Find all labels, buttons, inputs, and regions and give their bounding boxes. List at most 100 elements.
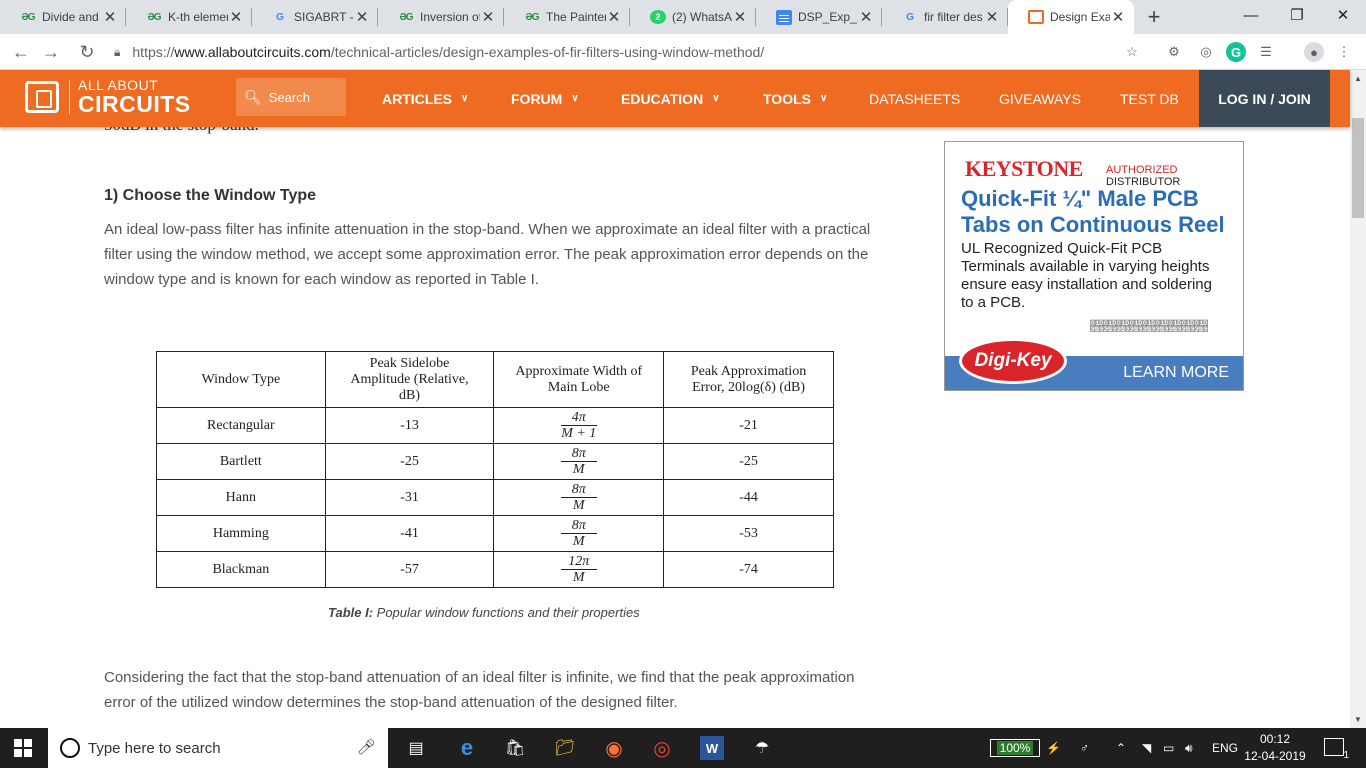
forward-icon[interactable]: → <box>36 37 66 67</box>
advertisement[interactable]: KEYSTONE AUTHORIZED DISTRIBUTOR Quick-Fi… <box>944 141 1244 391</box>
back-icon[interactable]: ← <box>6 37 36 67</box>
browser-tab[interactable]: ƏG The Painter ✕ <box>504 0 630 34</box>
new-tab-button[interactable]: + <box>1134 0 1174 34</box>
nav-item[interactable]: ARTICLES ∨ <box>382 70 468 127</box>
login-button[interactable]: LOG IN / JOIN <box>1199 70 1330 127</box>
extension-icon[interactable]: ☰ <box>1256 42 1276 62</box>
tab-close-icon[interactable]: ✕ <box>1110 8 1126 26</box>
browser-tab[interactable]: G SIGABRT - C✕ <box>252 0 378 34</box>
tab-close-icon[interactable]: ✕ <box>732 8 748 26</box>
address-bar[interactable]: 🔒︎ https://www.allaboutcircuits.com/tech… <box>108 38 1148 66</box>
task-view-icon[interactable]: ▤ <box>404 736 428 760</box>
browser-tab[interactable]: Gfir filter des ✕ <box>882 0 1008 34</box>
menu-icon[interactable]: ⋮ <box>1334 42 1354 62</box>
tab-title: (2) WhatsAp <box>672 10 732 24</box>
extension-icon[interactable]: ◎ <box>1196 42 1216 62</box>
scroll-down-icon[interactable]: ▼ <box>1354 715 1362 724</box>
store-icon[interactable]: 🛍︎ <box>503 736 527 760</box>
browser-toolbar: ← → ↻ 🔒︎ https://www.allaboutcircuits.co… <box>0 34 1366 70</box>
scroll-thumb[interactable] <box>1352 118 1364 218</box>
ad-body: UL Recognized Quick-Fit PCB Terminals av… <box>961 240 1212 311</box>
paragraph: An ideal low-pass filter has infinite at… <box>104 221 871 288</box>
chevron-down-icon: ∨ <box>819 93 828 104</box>
geeksforgeeks-icon: ƏG <box>147 11 161 23</box>
tab-title: SIGABRT - C <box>294 10 354 24</box>
browser-tab[interactable]: ƏG Divide and ✕ <box>0 0 126 34</box>
geeksforgeeks-icon: ƏG <box>399 11 413 23</box>
tab-close-icon[interactable]: ✕ <box>480 8 496 26</box>
notification-center-icon[interactable]: 1 <box>1324 738 1349 761</box>
nav-item[interactable]: EDUCATION ∨ <box>621 70 720 127</box>
geeksforgeeks-icon: ƏG <box>525 11 539 23</box>
tab-close-icon[interactable]: ✕ <box>606 8 622 26</box>
browser-tab[interactable]: ƏG K-th elemen ✕ <box>126 0 252 34</box>
windows-taskbar: Type here to search 🎤︎ ▤ e 🛍︎ 📁︎ ◉ ◎ W ☂… <box>0 728 1366 768</box>
google-icon: G <box>276 11 284 23</box>
restore-icon[interactable]: ❐ <box>1274 0 1320 30</box>
microphone-icon[interactable]: 🎤︎ <box>357 738 376 756</box>
fraction: 8π M <box>560 518 597 549</box>
page-scrollbar[interactable]: ▲ ▼ <box>1350 70 1366 728</box>
bookmark-star-icon[interactable]: ☆ <box>1122 42 1142 62</box>
language-indicator[interactable]: ENG <box>1212 728 1238 768</box>
nav-item-label: ARTICLES <box>382 90 452 107</box>
extension-icon[interactable]: ⚙ <box>1164 42 1184 62</box>
nav-item-label: TOOLS <box>763 90 811 107</box>
nav-item-label: FORUM <box>511 90 563 107</box>
ad-distributor: AUTHORIZED DISTRIBUTOR <box>1106 164 1181 188</box>
tab-title: Inversion of <box>420 10 480 24</box>
cell-sidelobe: -25 <box>324 443 495 480</box>
taskbar-search[interactable]: Type here to search 🎤︎ <box>48 728 388 768</box>
cell-main-lobe: 8π M <box>493 479 665 516</box>
wifi-icon[interactable]: ◥ <box>1142 728 1151 768</box>
paragraph: Considering the fact that the stop-band … <box>104 669 855 711</box>
site-header: ALL ABOUT CIRCUITS 🔍︎ Search ARTICLES ∨ FO… <box>0 70 1350 127</box>
nav-item[interactable]: DATASHEETS <box>869 70 960 127</box>
tab-title: K-th elemen <box>168 10 228 24</box>
battery-icon[interactable]: ▭ <box>1163 728 1174 768</box>
app-icon[interactable]: ☂ <box>750 736 774 760</box>
tray-chevron-icon[interactable]: ⌃ <box>1116 728 1126 768</box>
col-header: Peak Approximation Error, 20log(δ) (dB) <box>663 351 834 408</box>
profile-icon[interactable]: ● <box>1304 42 1324 62</box>
tab-close-icon[interactable]: ✕ <box>354 8 370 26</box>
cortana-icon <box>60 738 80 758</box>
battery-indicator[interactable]: 100% <box>990 739 1040 757</box>
windows-start-icon[interactable] <box>14 739 32 757</box>
tab-close-icon[interactable]: ✕ <box>858 8 874 26</box>
firefox-icon[interactable]: ◉ <box>602 736 626 760</box>
people-icon[interactable]: ♂ <box>1080 728 1089 768</box>
volume-icon[interactable]: 🔊︎ <box>1185 728 1193 768</box>
nav-item[interactable]: GIVEAWAYS <box>999 70 1081 127</box>
whatsapp-icon: 2 <box>650 10 666 24</box>
tab-close-icon[interactable]: ✕ <box>984 8 1000 26</box>
nav-item[interactable]: FORUM ∨ <box>511 70 579 127</box>
chrome-icon[interactable]: ◎ <box>650 736 674 760</box>
file-explorer-icon[interactable]: 📁︎ <box>553 736 577 760</box>
col-header: Peak Sidelobe Amplitude (Relative, dB) <box>324 351 495 408</box>
nav-item[interactable]: TOOLS ∨ <box>763 70 827 127</box>
grammarly-icon[interactable]: G <box>1226 42 1246 62</box>
site-search[interactable]: 🔍︎ Search <box>236 78 346 116</box>
search-icon: 🔍︎ <box>244 88 262 105</box>
browser-tab[interactable]: 2 (2) WhatsAp✕ <box>630 0 756 34</box>
browser-tab[interactable]: DSP_Exp_13✕ <box>756 0 882 34</box>
clock[interactable]: 00:12 12-04-2019 <box>1240 731 1310 765</box>
word-icon[interactable]: W <box>700 736 724 760</box>
reload-icon[interactable]: ↻ <box>72 37 102 67</box>
minimize-icon[interactable]: — <box>1228 0 1274 30</box>
tab-close-icon[interactable]: ✕ <box>228 8 244 26</box>
cell-window-type: Blackman <box>156 551 326 588</box>
nav-item[interactable]: TEST DB <box>1120 70 1179 127</box>
close-window-icon[interactable]: ✕ <box>1320 0 1366 30</box>
tab-close-icon[interactable]: ✕ <box>102 8 118 26</box>
edge-icon[interactable]: e <box>455 735 479 760</box>
ad-footer: Digi-Key LEARN MORE <box>945 338 1243 390</box>
site-logo[interactable]: ALL ABOUT CIRCUITS <box>25 78 191 116</box>
browser-tab[interactable]: ƏG Inversion of ✕ <box>378 0 504 34</box>
learn-more-button[interactable]: LEARN MORE <box>1123 364 1229 382</box>
cell-approx-error: -53 <box>663 515 834 552</box>
scroll-up-icon[interactable]: ▲ <box>1354 74 1362 83</box>
tab-title: Divide and <box>42 10 99 24</box>
browser-tab[interactable]: Design Exan✕ <box>1008 0 1134 34</box>
